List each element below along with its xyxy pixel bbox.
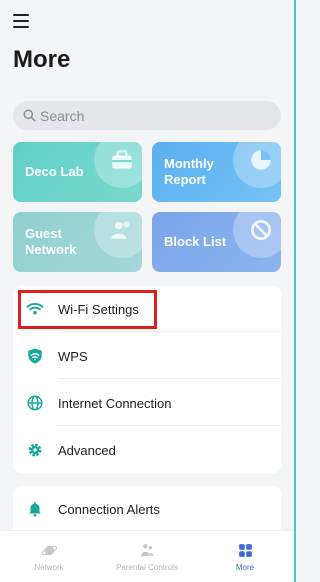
globe-icon xyxy=(26,394,44,412)
wps-shield-icon xyxy=(26,347,44,365)
block-icon xyxy=(233,212,281,258)
menu-item-connection-alerts[interactable]: Connection Alerts xyxy=(13,486,281,532)
search-bar[interactable] xyxy=(13,101,281,130)
pie-chart-icon xyxy=(233,142,281,188)
tile-label: Guest Network xyxy=(25,226,77,257)
menu-item-wps[interactable]: WPS xyxy=(13,333,281,379)
menu-item-wifi-settings[interactable]: Wi-Fi Settings xyxy=(13,286,281,332)
tab-more[interactable]: More xyxy=(196,531,294,582)
toolbox-icon xyxy=(94,142,142,188)
tile-label: Monthly Report xyxy=(164,156,214,187)
tab-label: Parental Controls xyxy=(116,562,178,572)
search-icon xyxy=(23,109,36,122)
menu-item-label: Internet Connection xyxy=(58,395,172,411)
tile-label: Deco Lab xyxy=(25,164,84,179)
tab-network[interactable]: Network xyxy=(0,531,98,582)
menu-item-advanced[interactable]: Advanced xyxy=(13,427,281,473)
alerts-menu-card: Connection Alerts xyxy=(13,486,281,530)
tab-label: Network xyxy=(34,562,64,572)
settings-menu-card: Wi-Fi Settings WPS Internet Connection A… xyxy=(13,286,281,473)
tile-deco-lab[interactable]: Deco Lab xyxy=(13,142,142,202)
guests-icon xyxy=(94,212,142,258)
right-edge-bar xyxy=(294,0,296,582)
tile-monthly-report[interactable]: Monthly Report xyxy=(152,142,281,202)
family-icon xyxy=(140,543,154,556)
grid-icon xyxy=(238,543,252,557)
menu-item-label: WPS xyxy=(58,348,88,364)
tab-parental-controls[interactable]: Parental Controls xyxy=(98,531,196,582)
tab-label: More xyxy=(235,562,255,572)
page-title: More xyxy=(13,46,71,73)
tile-guest-network[interactable]: Guest Network xyxy=(13,212,142,272)
menu-item-label: Wi-Fi Settings xyxy=(58,301,139,317)
wifi-icon xyxy=(26,300,44,318)
hamburger-menu-icon[interactable] xyxy=(13,14,29,28)
bell-icon xyxy=(26,500,44,518)
bottom-tab-bar: Network Parental Controls More xyxy=(0,530,294,582)
gear-icon xyxy=(26,441,44,459)
tile-block-list[interactable]: Block List xyxy=(152,212,281,272)
tile-label: Block List xyxy=(164,234,227,249)
menu-item-label: Advanced xyxy=(58,442,116,458)
menu-item-label: Connection Alerts xyxy=(58,501,160,517)
search-input[interactable] xyxy=(40,107,260,124)
planet-icon xyxy=(41,545,57,555)
menu-item-internet-connection[interactable]: Internet Connection xyxy=(13,380,281,426)
